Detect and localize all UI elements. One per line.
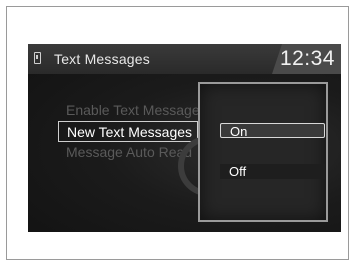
clock-tab: 12:34 [272,44,341,74]
menu-item-label: New Text Messages [67,124,193,140]
header-bar: Text Messages 12:34 [28,44,341,74]
option-label: On [230,124,248,139]
page-title: Text Messages [54,51,150,67]
menu-item-label: Message Auto Read [66,144,193,160]
phone-icon [34,52,41,64]
clock: 12:34 [279,47,335,70]
option-label: Off [229,164,247,179]
menu-item-message-auto-read[interactable]: Message Auto Read [58,142,198,163]
menu-item-enable-text-message[interactable]: Enable Text Message [58,100,198,121]
menu-item-new-text-messages[interactable]: New Text Messages [58,121,198,142]
menu-item-label: Enable Text Message [66,102,198,118]
option-off[interactable]: Off [220,164,325,179]
options-popup: On Off [198,82,328,222]
option-on[interactable]: On [220,123,325,139]
display-screen: Text Messages 12:34 Enable Text Message … [28,44,341,232]
